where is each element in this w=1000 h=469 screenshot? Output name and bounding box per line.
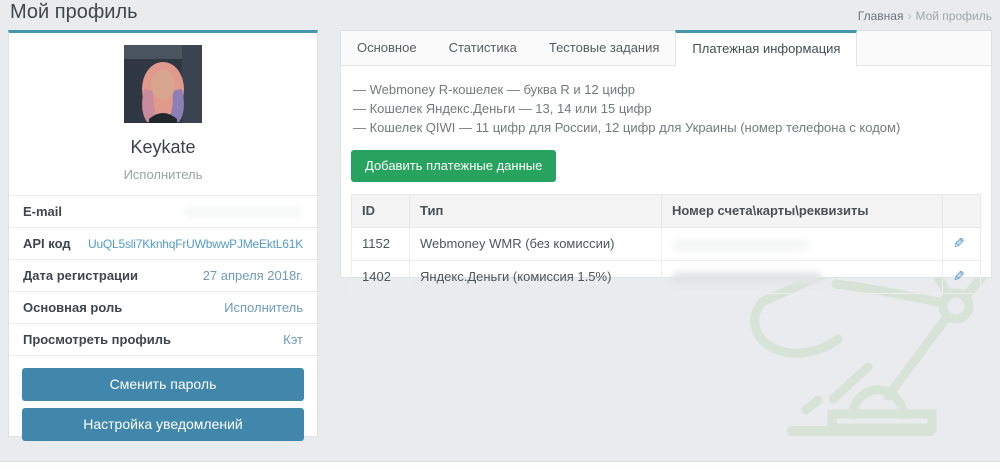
cell-id: 1152 <box>351 227 410 261</box>
api-key-label: API код <box>23 236 71 251</box>
header-account-number: Номер счета\карты\реквизиты <box>661 194 943 228</box>
masked-account-number <box>672 238 810 251</box>
note-yandex-money: — Кошелек Яндекс.Деньги — 13, 14 или 15 … <box>353 101 652 116</box>
registration-date-value: 27 апреля 2018г. <box>202 268 303 283</box>
breadcrumb-current: Мой профиль <box>915 9 992 23</box>
payment-panel: Основное Статистика Тестовые задания Пла… <box>340 30 992 294</box>
note-webmoney: — Webmoney R-кошелек — буква R и 12 цифр <box>353 82 636 97</box>
cell-account-number <box>661 227 943 261</box>
masked-account-number <box>672 271 822 284</box>
add-payment-data-button[interactable]: Добавить платежные данные <box>351 150 557 182</box>
cell-actions: ✎ <box>942 227 981 261</box>
edit-pencil-icon[interactable]: ✎ <box>953 235 965 251</box>
email-label: E-mail <box>23 204 63 219</box>
avatar-wrap <box>9 45 317 128</box>
avatar <box>124 45 202 123</box>
field-row-view-profile: Просмотреть профиль Кэт <box>9 323 317 355</box>
field-row-main-role: Основная роль Исполнитель <box>9 291 317 323</box>
tab-test-tasks[interactable]: Тестовые задания <box>533 31 676 65</box>
cell-account-number <box>661 260 943 294</box>
tab-statistics[interactable]: Статистика <box>433 31 533 65</box>
view-profile-label: Просмотреть профиль <box>23 332 172 347</box>
profile-name: Keykate <box>130 137 196 157</box>
tab-bar: Основное Статистика Тестовые задания Пла… <box>341 30 991 66</box>
page-title: Мой профиль <box>10 1 138 23</box>
note-qiwi: — Кошелек QIWI — 11 цифр для России, 12 … <box>353 120 901 135</box>
profile-role: Исполнитель <box>123 167 203 182</box>
header-type: Тип <box>409 194 662 228</box>
profile-buttons: Сменить пароль Настройка уведомлений <box>9 355 317 441</box>
profile-card: Keykate Исполнитель E-mail API код UuQL5… <box>8 30 318 441</box>
field-row-registration-date: Дата регистрации 27 апреля 2018г. <box>9 259 317 291</box>
cell-id: 1402 <box>351 260 410 294</box>
cell-type: Яндекс.Деньги (комиссия 1.5%) <box>409 260 662 294</box>
payment-tab-content: — Webmoney R-кошелек — буква R и 12 цифр… <box>341 66 991 294</box>
table-row: 1152 Webmoney WMR (без комиссии) ✎ <box>351 227 981 261</box>
notification-settings-button[interactable]: Настройка уведомлений <box>22 408 304 441</box>
breadcrumb-home-link[interactable]: Главная <box>858 9 904 23</box>
field-row-api-key: API код UuQL5sli7KknhqFrUWbwwPJMeEktL61K <box>9 227 317 259</box>
header-id: ID <box>351 194 410 228</box>
registration-date-label: Дата регистрации <box>23 268 139 283</box>
view-profile-link[interactable]: Кэт <box>283 332 303 347</box>
tab-main[interactable]: Основное <box>341 31 433 65</box>
breadcrumb-separator: › <box>907 9 912 23</box>
cell-type: Webmoney WMR (без комиссии) <box>409 227 662 261</box>
main-role-label: Основная роль <box>23 300 123 315</box>
api-key-value: UuQL5sli7KknhqFrUWbwwPJMeEktL61K <box>87 236 303 251</box>
payment-methods-table: ID Тип Номер счета\карты\реквизиты 1152 … <box>351 194 981 294</box>
edit-pencil-icon[interactable]: ✎ <box>953 268 965 284</box>
main-role-value: Исполнитель <box>224 300 303 315</box>
email-value-masked <box>183 205 303 218</box>
table-header-row: ID Тип Номер счета\карты\реквизиты <box>351 194 981 228</box>
field-row-email: E-mail <box>9 195 317 227</box>
breadcrumb: Главная › Мой профиль <box>858 9 992 23</box>
cell-actions: ✎ <box>942 260 981 294</box>
wallet-format-notes: — Webmoney R-кошелек — буква R и 12 цифр… <box>351 80 981 137</box>
change-password-button[interactable]: Сменить пароль <box>22 368 304 401</box>
table-row: 1402 Яндекс.Деньги (комиссия 1.5%) ✎ <box>351 260 981 294</box>
footer-strip <box>0 461 1000 469</box>
tab-payment-info[interactable]: Платежная информация <box>675 30 858 66</box>
header-actions <box>942 194 981 228</box>
